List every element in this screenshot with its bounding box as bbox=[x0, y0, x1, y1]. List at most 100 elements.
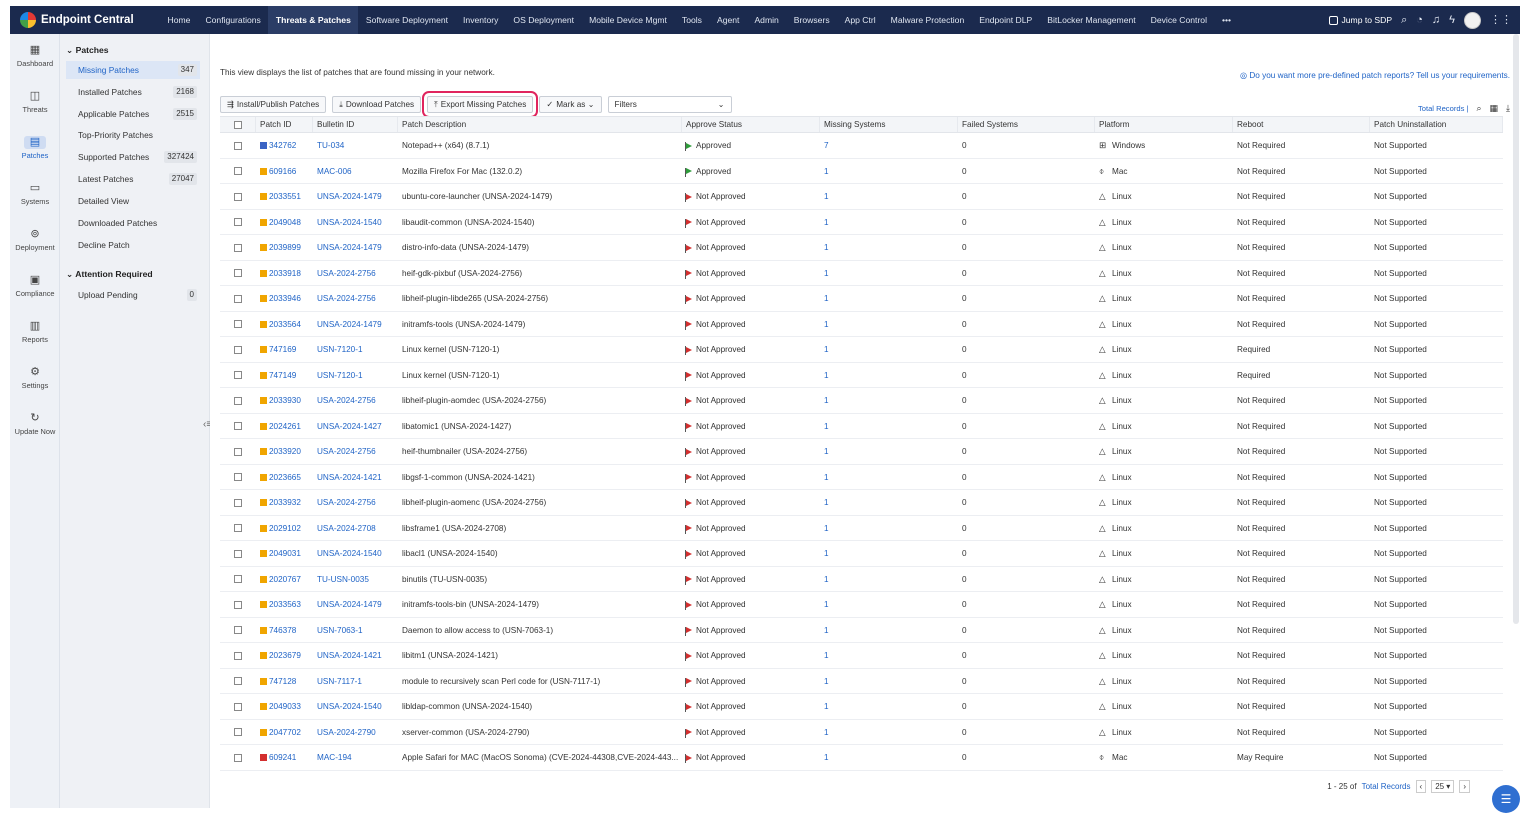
install-publish-button[interactable]: ⇶ Install/Publish Patches bbox=[220, 96, 327, 113]
missing-systems-link[interactable]: 1 bbox=[820, 159, 958, 184]
row-checkbox[interactable] bbox=[234, 422, 242, 431]
table-row[interactable]: 2023679 UNSA-2024-1421 libitm1 (UNSA-2024-… bbox=[220, 643, 1503, 669]
row-checkbox[interactable] bbox=[234, 396, 242, 405]
submenu-item-upload-pending[interactable]: Upload Pending 0 bbox=[66, 286, 200, 304]
patch-id-link[interactable]: 2047702 bbox=[269, 728, 301, 737]
table-row[interactable]: 746378 USN-7063-1 Daemon to allow access t… bbox=[220, 618, 1503, 643]
rail-item-deployment[interactable]: ⊚ Deployment bbox=[10, 228, 60, 252]
missing-systems-link[interactable]: 1 bbox=[820, 618, 958, 643]
missing-systems-link[interactable]: 1 bbox=[820, 720, 958, 745]
submenu-item-applicable-patches[interactable]: Applicable Patches 2515 bbox=[66, 105, 200, 123]
nav-item-device-control[interactable]: Device Control bbox=[1143, 6, 1214, 34]
patch-id-link[interactable]: 2024261 bbox=[269, 422, 301, 431]
nav-item-threats-patches[interactable]: Threats & Patches bbox=[268, 6, 359, 34]
row-checkbox[interactable] bbox=[234, 549, 242, 558]
total-records-link[interactable]: Total Records | bbox=[1418, 104, 1469, 113]
row-checkbox[interactable] bbox=[234, 651, 242, 660]
table-row[interactable]: 609166 MAC-006 Mozilla Firefox For Mac (13… bbox=[220, 159, 1503, 184]
filters-dropdown[interactable]: Filters ⌄ bbox=[607, 96, 732, 113]
patch-id-cell[interactable]: 2024261 bbox=[256, 414, 313, 439]
submenu-item-latest-patches[interactable]: Latest Patches 27047 bbox=[66, 170, 200, 188]
patch-id-link[interactable]: 2029102 bbox=[269, 524, 301, 533]
patch-id-link[interactable]: 747169 bbox=[269, 345, 296, 354]
select-all-cell[interactable] bbox=[220, 117, 256, 132]
rail-item-update-now[interactable]: ↻ Update Now bbox=[10, 412, 60, 436]
bulletin-id-link[interactable]: UNSA-2024-1540 bbox=[313, 694, 398, 719]
patch-id-cell[interactable]: 747149 bbox=[256, 363, 313, 388]
row-select-cell[interactable] bbox=[220, 210, 256, 235]
submenu-item-top-priority-patches[interactable]: Top-Priority Patches bbox=[66, 126, 200, 144]
missing-systems-link[interactable]: 1 bbox=[820, 516, 958, 541]
nav-more-button[interactable]: ••• bbox=[1215, 6, 1239, 34]
row-checkbox[interactable] bbox=[234, 141, 242, 150]
nav-item-os-deployment[interactable]: OS Deployment bbox=[506, 6, 582, 34]
patch-id-link[interactable]: 2039899 bbox=[269, 243, 301, 252]
column-header-platform[interactable]: Platform bbox=[1095, 117, 1233, 132]
patch-id-cell[interactable]: 2033563 bbox=[256, 592, 313, 617]
rail-item-systems[interactable]: ▭ Systems bbox=[10, 182, 60, 206]
bulletin-id-link[interactable]: USA-2024-2756 bbox=[313, 490, 398, 515]
missing-systems-link[interactable]: 1 bbox=[820, 235, 958, 260]
submenu-item-installed-patches[interactable]: Installed Patches 2168 bbox=[66, 83, 200, 101]
patch-id-cell[interactable]: 2039899 bbox=[256, 235, 313, 260]
patch-id-link[interactable]: 2049033 bbox=[269, 702, 301, 711]
export-table-icon[interactable]: ⤓ bbox=[1506, 103, 1510, 114]
row-select-cell[interactable] bbox=[220, 490, 256, 515]
row-checkbox[interactable] bbox=[234, 753, 242, 762]
table-row[interactable]: 747128 USN-7117-1 module to recursively sc… bbox=[220, 669, 1503, 694]
bulletin-id-link[interactable]: UNSA-2024-1479 bbox=[313, 592, 398, 617]
submenu-group-attention[interactable]: ⌄ Attention Required bbox=[66, 269, 153, 280]
column-chooser-icon[interactable]: ▦ bbox=[1490, 103, 1499, 114]
bulletin-id-link[interactable]: USA-2024-2790 bbox=[313, 720, 398, 745]
patch-id-cell[interactable]: 2029102 bbox=[256, 516, 313, 541]
row-select-cell[interactable] bbox=[220, 618, 256, 643]
table-row[interactable]: 2024261 UNSA-2024-1427 libatomic1 (UNSA-20… bbox=[220, 414, 1503, 439]
table-row[interactable]: 342762 TU-034 Notepad++ (x64) (8.7.1) Appro… bbox=[220, 133, 1503, 159]
nav-item-software-deployment[interactable]: Software Deployment bbox=[358, 6, 455, 34]
bulletin-id-link[interactable]: USA-2024-2708 bbox=[313, 516, 398, 541]
patch-id-link[interactable]: 609166 bbox=[269, 167, 296, 176]
patch-id-link[interactable]: 2033918 bbox=[269, 269, 301, 278]
row-select-cell[interactable] bbox=[220, 439, 256, 464]
bulletin-id-link[interactable]: UNSA-2024-1540 bbox=[313, 541, 398, 566]
submenu-item-downloaded-patches[interactable]: Downloaded Patches bbox=[66, 214, 200, 232]
bulletin-id-link[interactable]: UNSA-2024-1427 bbox=[313, 414, 398, 439]
nav-item-malware-protection[interactable]: Malware Protection bbox=[883, 6, 972, 34]
missing-systems-link[interactable]: 7 bbox=[820, 133, 958, 158]
patch-id-link[interactable]: 2033946 bbox=[269, 294, 301, 303]
patch-id-cell[interactable]: 2023665 bbox=[256, 465, 313, 490]
table-row[interactable]: 2049033 UNSA-2024-1540 libldap-common (UNS… bbox=[220, 694, 1503, 720]
row-select-cell[interactable] bbox=[220, 541, 256, 566]
table-row[interactable]: 2033564 UNSA-2024-1479 initramfs-tools (UN… bbox=[220, 312, 1503, 337]
column-header-bulletin-id[interactable]: Bulletin ID bbox=[313, 117, 398, 132]
table-row[interactable]: 2020767 TU-USN-0035 binutils (TU-USN-0035)… bbox=[220, 567, 1503, 592]
row-checkbox[interactable] bbox=[234, 600, 242, 609]
patch-id-cell[interactable]: 2033920 bbox=[256, 439, 313, 464]
bulletin-id-link[interactable]: UNSA-2024-1421 bbox=[313, 465, 398, 490]
patch-id-link[interactable]: 342762 bbox=[269, 141, 296, 150]
missing-systems-link[interactable]: 1 bbox=[820, 337, 958, 362]
bell-icon[interactable]: ♫ bbox=[1432, 14, 1440, 26]
rail-item-settings[interactable]: ⚙ Settings bbox=[10, 366, 60, 390]
missing-systems-link[interactable]: 1 bbox=[820, 439, 958, 464]
missing-systems-link[interactable]: 1 bbox=[820, 363, 958, 388]
bulletin-id-link[interactable]: USA-2024-2756 bbox=[313, 261, 398, 286]
row-select-cell[interactable] bbox=[220, 694, 256, 719]
row-checkbox[interactable] bbox=[234, 524, 242, 533]
patch-id-link[interactable]: 2020767 bbox=[269, 575, 301, 584]
table-search-icon[interactable]: ⌕ bbox=[1476, 103, 1481, 114]
app-grid-icon[interactable]: ⋮⋮ bbox=[1490, 14, 1512, 26]
nav-item-inventory[interactable]: Inventory bbox=[456, 6, 506, 34]
row-select-cell[interactable] bbox=[220, 337, 256, 362]
patch-id-cell[interactable]: 609166 bbox=[256, 159, 313, 184]
row-checkbox[interactable] bbox=[234, 269, 242, 278]
jump-to-sdp-button[interactable]: Jump to SDP bbox=[1329, 15, 1392, 25]
quick-actions-icon[interactable]: ϟ bbox=[1449, 14, 1455, 26]
patch-id-cell[interactable]: 2049048 bbox=[256, 210, 313, 235]
row-select-cell[interactable] bbox=[220, 720, 256, 745]
column-header-patch-id[interactable]: Patch ID bbox=[256, 117, 313, 132]
row-checkbox[interactable] bbox=[234, 447, 242, 456]
page-scrollbar[interactable] bbox=[1513, 34, 1519, 624]
table-row[interactable]: 2033918 USA-2024-2756 heif-gdk-pixbuf (USA… bbox=[220, 261, 1503, 286]
missing-systems-link[interactable]: 1 bbox=[820, 414, 958, 439]
